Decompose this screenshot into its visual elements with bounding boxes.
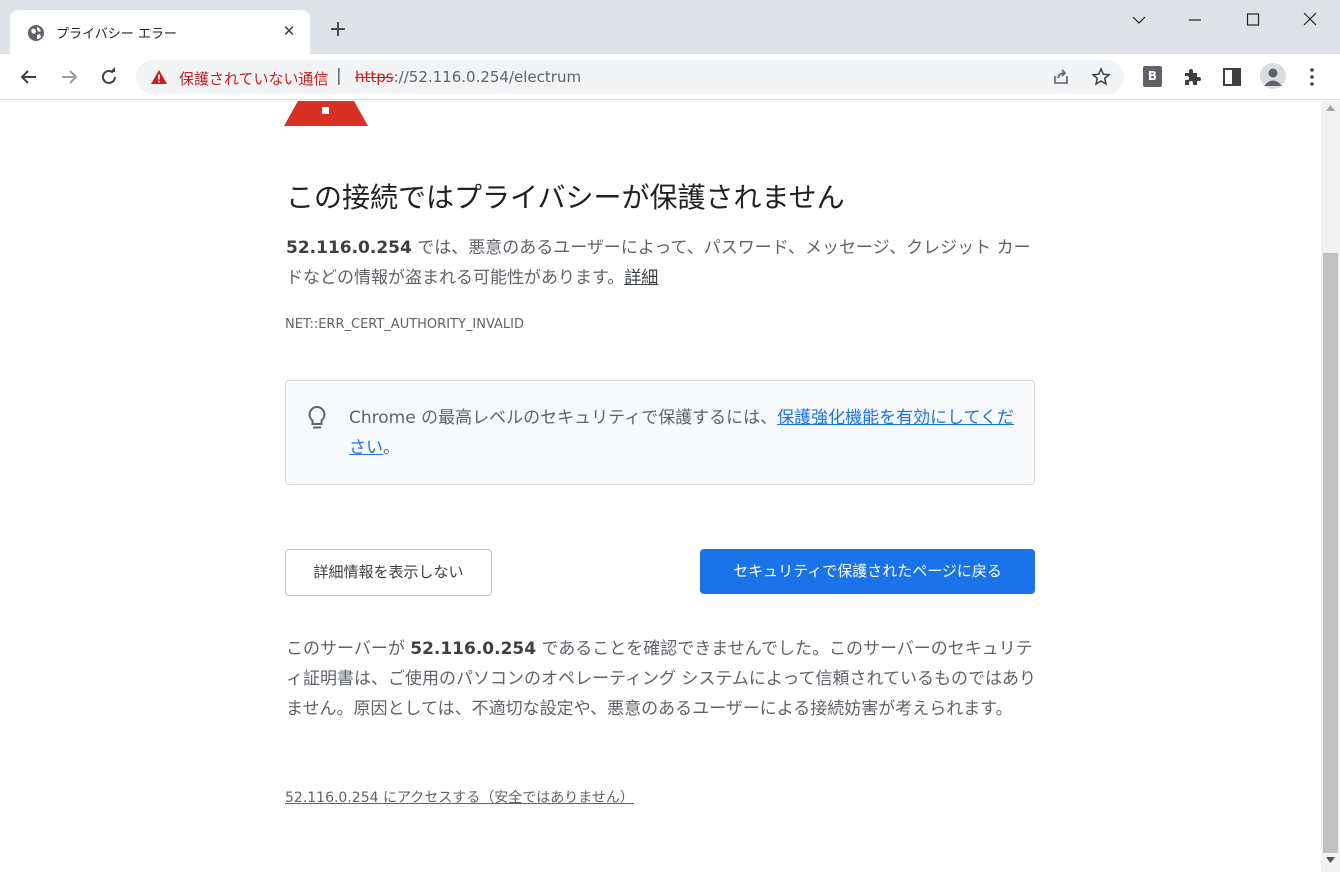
warning-icon	[284, 101, 368, 126]
intro-paragraph: 52.116.0.254 では、悪意のあるユーザーによって、パスワード、メッセー…	[286, 233, 1036, 293]
error-code[interactable]: NET::ERR_CERT_AUTHORITY_INVALID	[285, 317, 524, 332]
page-title: この接続ではプライバシーが保護されません	[286, 181, 845, 214]
extension-icon[interactable]	[1180, 65, 1204, 89]
details-text-start: このサーバーが	[286, 639, 411, 659]
new-tab-button[interactable]: +	[326, 19, 350, 43]
enhanced-protection-tip: Chrome の最高レベルのセキュリティで保護するには、保護強化機能を有効にして…	[285, 380, 1035, 485]
share-icon[interactable]	[1051, 67, 1071, 87]
warning-icon	[151, 70, 167, 84]
active-tab[interactable]: プライバシー エラー ✕	[10, 10, 310, 54]
back-to-safety-button[interactable]: セキュリティで保護されたページに戻る	[700, 549, 1035, 594]
url-host-path: ://52.116.0.254/electrum	[393, 68, 582, 86]
side-panel-icon[interactable]	[1220, 65, 1244, 89]
url-scheme: https	[355, 68, 394, 86]
chevron-down-icon[interactable]	[1124, 8, 1154, 32]
hide-details-button[interactable]: 詳細情報を表示しない	[285, 549, 492, 596]
forward-icon[interactable]	[57, 65, 81, 89]
scroll-down-icon[interactable]	[1326, 857, 1335, 863]
minimize-icon[interactable]	[1180, 8, 1210, 32]
scroll-up-icon[interactable]	[1326, 105, 1335, 111]
browser-toolbar: 保護されていない通信 | https://52.116.0.254/electr…	[0, 54, 1340, 100]
scrollbar[interactable]	[1321, 101, 1340, 872]
url-text[interactable]: https://52.116.0.254/electrum	[355, 68, 581, 86]
tip-text-start: Chrome の最高レベルのセキュリティで保護するには、	[349, 408, 778, 428]
not-secure-label[interactable]: 保護されていない通信	[179, 68, 329, 89]
tab-strip: プライバシー エラー ✕ +	[0, 0, 1340, 54]
proceed-unsafe-link[interactable]: 52.116.0.254 にアクセスする（安全ではありません）	[285, 787, 634, 807]
host-name: 52.116.0.254	[286, 238, 412, 258]
menu-icon[interactable]	[1305, 66, 1319, 88]
close-window-icon[interactable]	[1295, 8, 1325, 32]
page-content: この接続ではプライバシーが保護されません 52.116.0.254 では、悪意の…	[0, 101, 1321, 872]
lightbulb-icon	[308, 405, 326, 429]
omnibox-separator: |	[336, 66, 342, 86]
globe-icon	[28, 25, 44, 41]
address-bar[interactable]: 保護されていない通信 | https://52.116.0.254/electr…	[136, 60, 1124, 94]
star-icon[interactable]	[1091, 67, 1111, 87]
details-paragraph: このサーバーが 52.116.0.254 であることを確認できませんでした。この…	[286, 634, 1036, 724]
scrollbar-thumb[interactable]	[1323, 253, 1338, 853]
tip-text-end: 。	[383, 438, 400, 458]
details-host-name: 52.116.0.254	[410, 639, 537, 659]
close-tab-icon[interactable]: ✕	[279, 21, 299, 41]
reload-icon[interactable]	[97, 65, 121, 89]
back-icon[interactable]	[17, 65, 41, 89]
bookmark-extension-icon[interactable]: B	[1143, 66, 1162, 87]
maximize-icon[interactable]	[1238, 8, 1268, 32]
tab-title: プライバシー エラー	[56, 27, 177, 42]
learn-more-link[interactable]: 詳細	[624, 268, 658, 288]
profile-icon[interactable]	[1260, 63, 1286, 89]
tip-text: Chrome の最高レベルのセキュリティで保護するには、保護強化機能を有効にして…	[349, 403, 1019, 463]
